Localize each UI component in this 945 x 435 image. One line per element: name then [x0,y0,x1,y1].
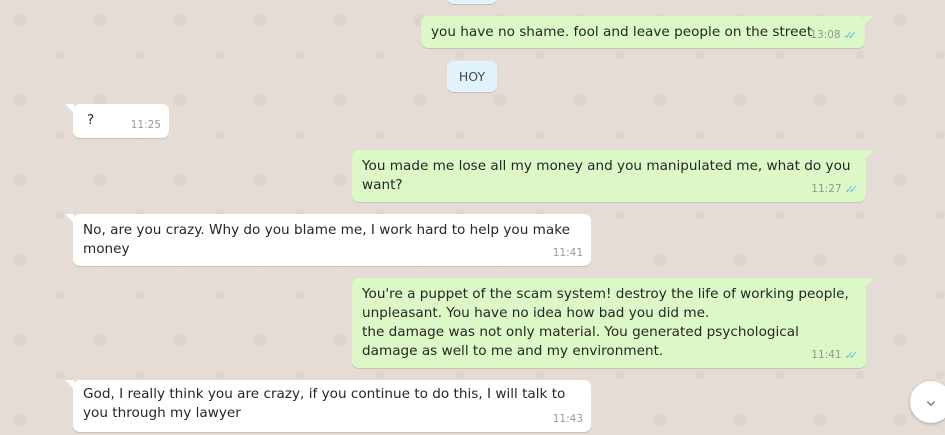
message-meta: 11:43 [553,410,583,429]
message-bubble-outgoing[interactable]: you have no shame. fool and leave people… [421,16,873,48]
message-time: 13:08 [810,29,841,41]
message-bubble-outgoing[interactable]: You made me lose all my money and you ma… [352,150,874,202]
message-time: 11:41 [811,349,842,361]
message-meta: 13:08 ✓✓ [810,26,857,45]
chevron-down-icon: ⌄ [922,387,940,411]
message-time: 11:27 [811,183,842,195]
double-check-icon: ✓✓ [844,183,859,196]
message-text: No, are you crazy. Why do you blame me, … [83,222,570,257]
date-divider: HOY [447,61,497,92]
message-text: You're a puppet of the scam system! dest… [362,286,849,359]
message-time: 11:41 [552,247,583,259]
scroll-to-bottom-button[interactable]: ⌄ [910,381,945,423]
message-bubble-incoming[interactable]: God, I really think you are crazy, if yo… [65,380,591,432]
clipped-bubble [447,0,497,4]
message-bubble-incoming[interactable]: ? 11:25 [65,104,169,138]
double-check-icon: ✓✓ [843,29,858,42]
message-meta: 11:27 ✓✓ [811,180,858,199]
double-check-icon: ✓✓ [844,349,859,362]
message-meta: 11:41 [553,244,583,263]
message-text: you have no shame. fool and leave people… [431,24,813,40]
chat-pane[interactable]: you have no shame. fool and leave people… [0,0,945,435]
message-time: 11:43 [552,413,583,425]
message-meta: 11:25 [131,116,161,135]
message-time: 11:25 [130,119,161,131]
message-text: You made me lose all my money and you ma… [362,158,851,193]
message-text: God, I really think you are crazy, if yo… [83,386,566,421]
message-bubble-incoming[interactable]: No, are you crazy. Why do you blame me, … [65,214,591,266]
date-divider-label: HOY [458,69,486,84]
message-bubble-outgoing[interactable]: You're a puppet of the scam system! dest… [352,278,874,368]
message-meta: 11:41 ✓✓ [811,346,858,365]
